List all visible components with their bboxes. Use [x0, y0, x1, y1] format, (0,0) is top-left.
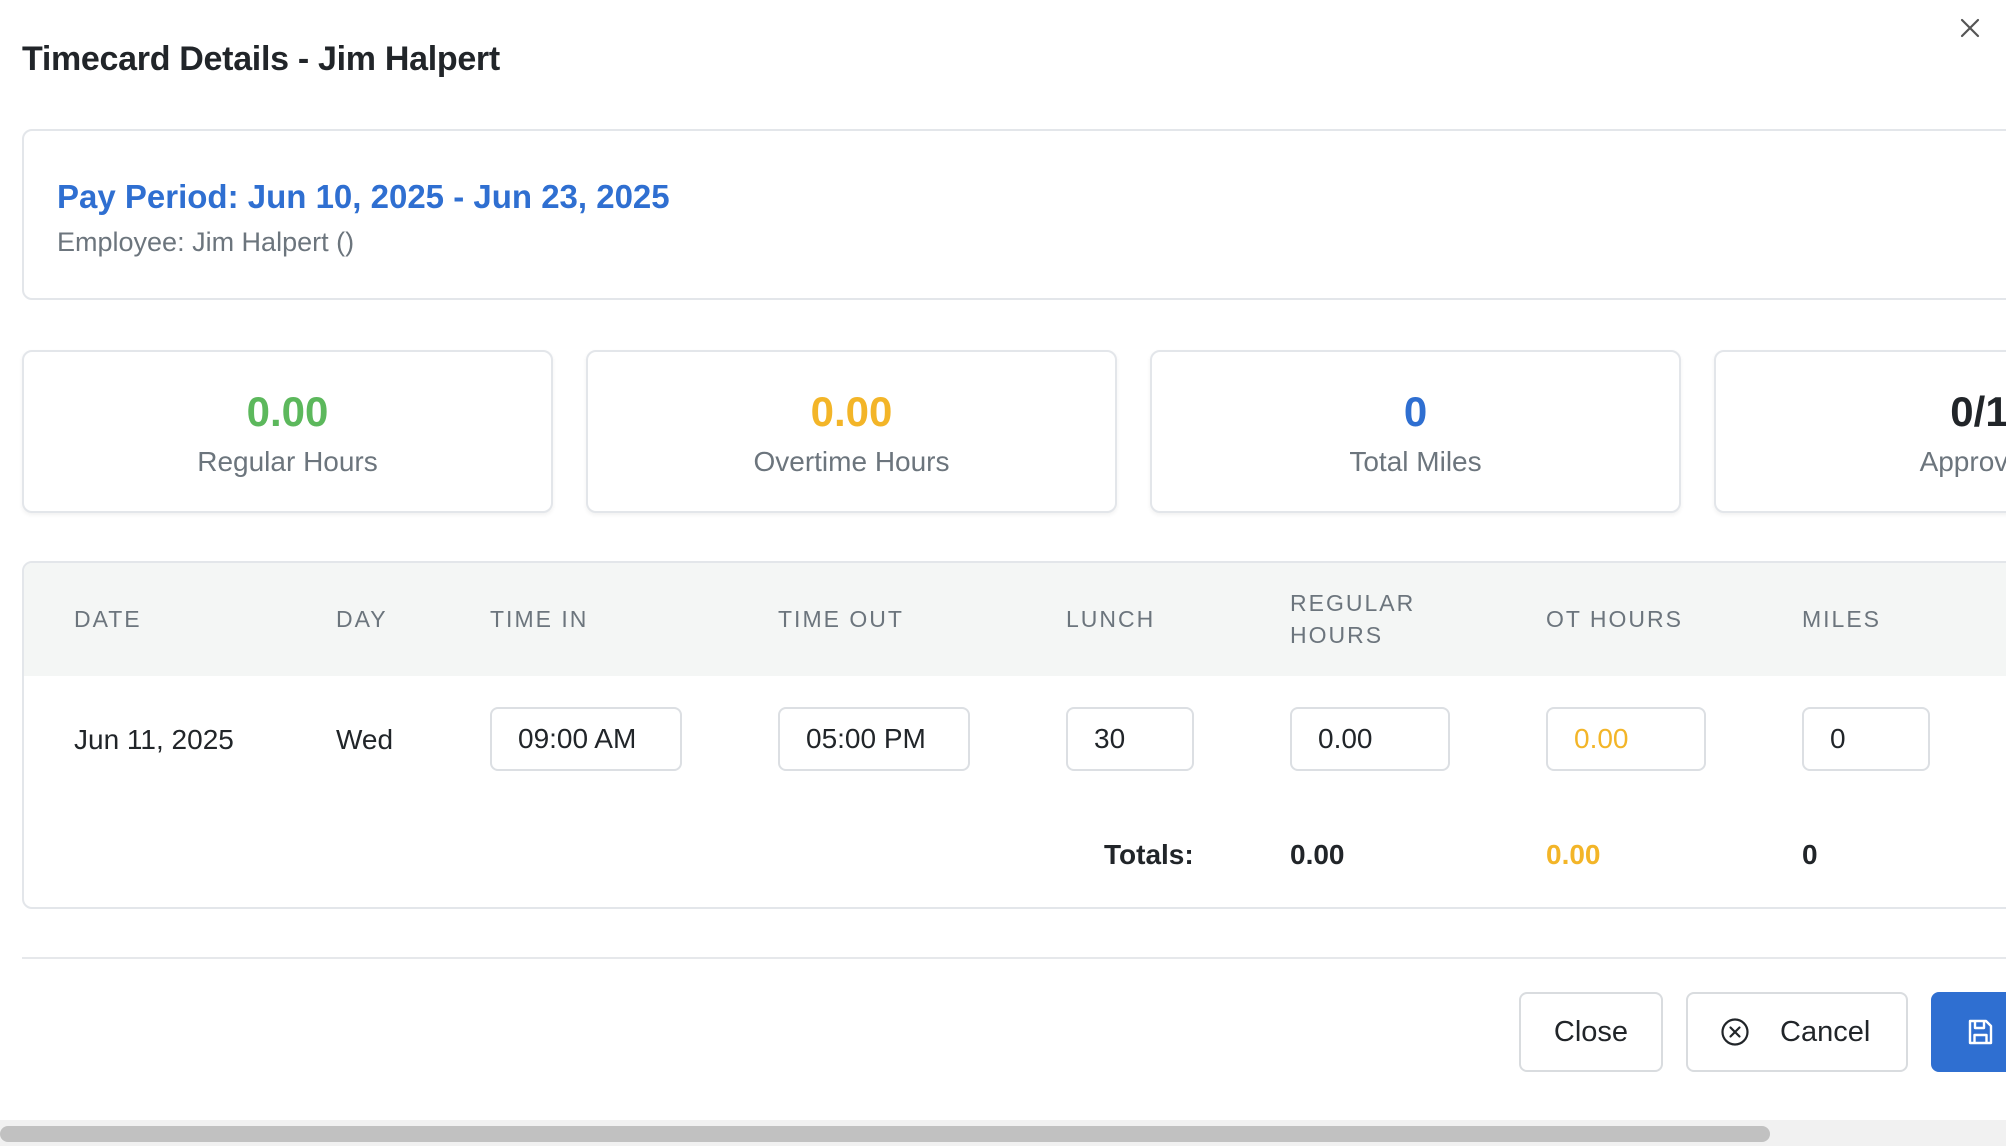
timecard-table: DATE DAY TIME IN TIME OUT LUNCH REGULAR … [22, 561, 2006, 909]
ot-hours-input[interactable]: 0.00 [1546, 707, 1706, 771]
totals-ot-hours: 0.00 [1546, 839, 1601, 870]
horizontal-scrollbar[interactable] [0, 1120, 2006, 1146]
header-ot-hours: OT HOURS [1546, 606, 1683, 632]
time-out-input[interactable]: 05:00 PM [778, 707, 970, 771]
stat-label-overtime-hours: Overtime Hours [753, 446, 950, 477]
totals-label: Totals: [1104, 839, 1194, 870]
pay-period-title: Pay Period: Jun 10, 2025 - Jun 23, 2025 [57, 178, 670, 215]
footer-divider [22, 957, 2006, 959]
stat-card-overtime-hours: 0.00 Overtime Hours [586, 350, 1117, 513]
regular-hours-input[interactable]: 0.00 [1290, 707, 1450, 771]
cancel-circle-x-icon [1720, 1017, 1750, 1047]
stat-value-overtime-hours: 0.00 [810, 388, 893, 435]
header-date: DATE [74, 606, 142, 632]
cancel-button[interactable]: Cancel [1686, 992, 1908, 1072]
stat-value-regular-hours: 0.00 [246, 388, 329, 435]
stat-value-total-miles: 0 [1403, 388, 1428, 435]
totals-regular-hours: 0.00 [1290, 839, 1345, 870]
cancel-button-label: Cancel [1780, 1015, 1871, 1048]
header-day: DAY [336, 606, 388, 632]
pay-period-card: Pay Period: Jun 10, 2025 - Jun 23, 2025 … [22, 129, 2006, 300]
lunch-input[interactable]: 30 [1066, 707, 1194, 771]
row-date: Jun 11, 2025 [74, 724, 234, 755]
totals-miles: 0 [1802, 839, 1818, 870]
save-button[interactable] [1931, 992, 2006, 1072]
header-lunch: LUNCH [1066, 606, 1156, 632]
stat-label-approved: Approved [1919, 446, 2006, 477]
row-day: Wed [336, 724, 394, 755]
scrollbar-thumb[interactable] [0, 1126, 1770, 1142]
table-header: DATE DAY TIME IN TIME OUT LUNCH REGULAR … [24, 563, 2006, 676]
employee-label: Employee: Jim Halpert () [57, 227, 355, 257]
time-in-input[interactable]: 09:00 AM [490, 707, 682, 771]
header-time-in: TIME IN [490, 606, 589, 632]
header-miles: MILES [1802, 606, 1882, 632]
timecard-details-modal: Timecard Details - Jim Halpert Pay Perio… [0, 0, 2006, 1146]
modal-title: Timecard Details - Jim Halpert [22, 40, 500, 78]
miles-input[interactable]: 0 [1802, 707, 1930, 771]
stat-label-total-miles: Total Miles [1349, 446, 1482, 477]
close-button-label: Close [1553, 1015, 1629, 1048]
stat-card-approved: 0/1 Approved [1714, 350, 2006, 513]
stat-card-total-miles: 0 Total Miles [1150, 350, 1681, 513]
header-time-out: TIME OUT [778, 606, 904, 632]
modal-close-icon[interactable] [1952, 10, 1988, 46]
close-button[interactable]: Close [1519, 992, 1663, 1072]
stat-card-regular-hours: 0.00 Regular Hours [22, 350, 553, 513]
stat-value-approved: 0/1 [1950, 388, 2006, 435]
save-icon [1965, 1017, 1995, 1047]
header-regular-hours-line2: HOURS [1290, 622, 1384, 648]
header-regular-hours-line1: REGULAR [1290, 590, 1416, 616]
stat-label-regular-hours: Regular Hours [197, 446, 378, 477]
